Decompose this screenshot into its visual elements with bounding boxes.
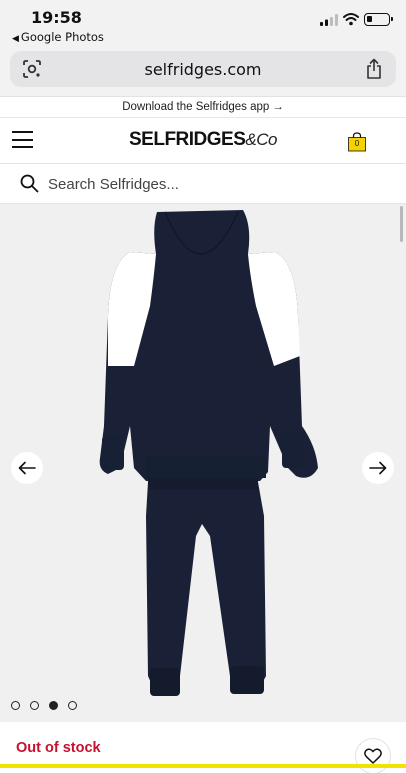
arrow-right-icon <box>369 461 387 475</box>
search-bar <box>0 164 406 204</box>
back-triangle-icon: ◀ <box>12 34 19 44</box>
product-image-tracksuit <box>99 210 318 696</box>
browser-toolbar: selfridges.com <box>0 48 406 96</box>
logo-wordmark: SELFRIDGES <box>129 129 246 150</box>
product-gallery[interactable] <box>0 204 406 722</box>
back-app-label: Google Photos <box>20 30 104 44</box>
url-text: selfridges.com <box>144 60 262 79</box>
scrollbar[interactable] <box>400 206 403 242</box>
app-download-banner[interactable]: Download the Selfridges app → <box>0 96 406 118</box>
gallery-pagination <box>11 701 77 713</box>
battery-icon <box>364 13 393 26</box>
search-input[interactable] <box>48 173 378 195</box>
back-to-app-link[interactable]: ◀ Google Photos <box>12 30 104 44</box>
gallery-dot[interactable] <box>11 701 20 710</box>
gallery-dot[interactable] <box>30 701 39 710</box>
bag-count: 0 <box>354 139 360 148</box>
next-image-button[interactable] <box>362 452 394 484</box>
product-stock-bar: Out of stock <box>0 722 406 773</box>
gallery-dot[interactable] <box>68 701 77 710</box>
arrow-right-small-icon: → <box>272 101 284 113</box>
bag-icon[interactable]: 0 <box>347 132 367 152</box>
site-header: SELFRIDGES&Co 0 <box>0 118 406 164</box>
cellular-signal-icon <box>320 14 338 26</box>
selfridges-logo[interactable]: SELFRIDGES&Co <box>0 129 406 151</box>
share-icon[interactable] <box>364 58 384 80</box>
status-bar: 19:58 ◀ Google Photos <box>0 0 406 48</box>
bottom-accent-strip <box>0 764 406 768</box>
arrow-left-icon <box>18 461 36 475</box>
search-icon[interactable] <box>20 174 39 193</box>
logo-suffix: &Co <box>245 130 277 149</box>
stock-status: Out of stock <box>16 740 101 756</box>
promo-text: Download the Selfridges app <box>122 101 270 113</box>
previous-image-button[interactable] <box>11 452 43 484</box>
heart-icon <box>364 748 382 764</box>
status-time: 19:58 <box>31 8 82 27</box>
wifi-icon <box>343 13 359 26</box>
address-bar[interactable]: selfridges.com <box>10 51 396 87</box>
gallery-dot-active[interactable] <box>49 701 58 710</box>
